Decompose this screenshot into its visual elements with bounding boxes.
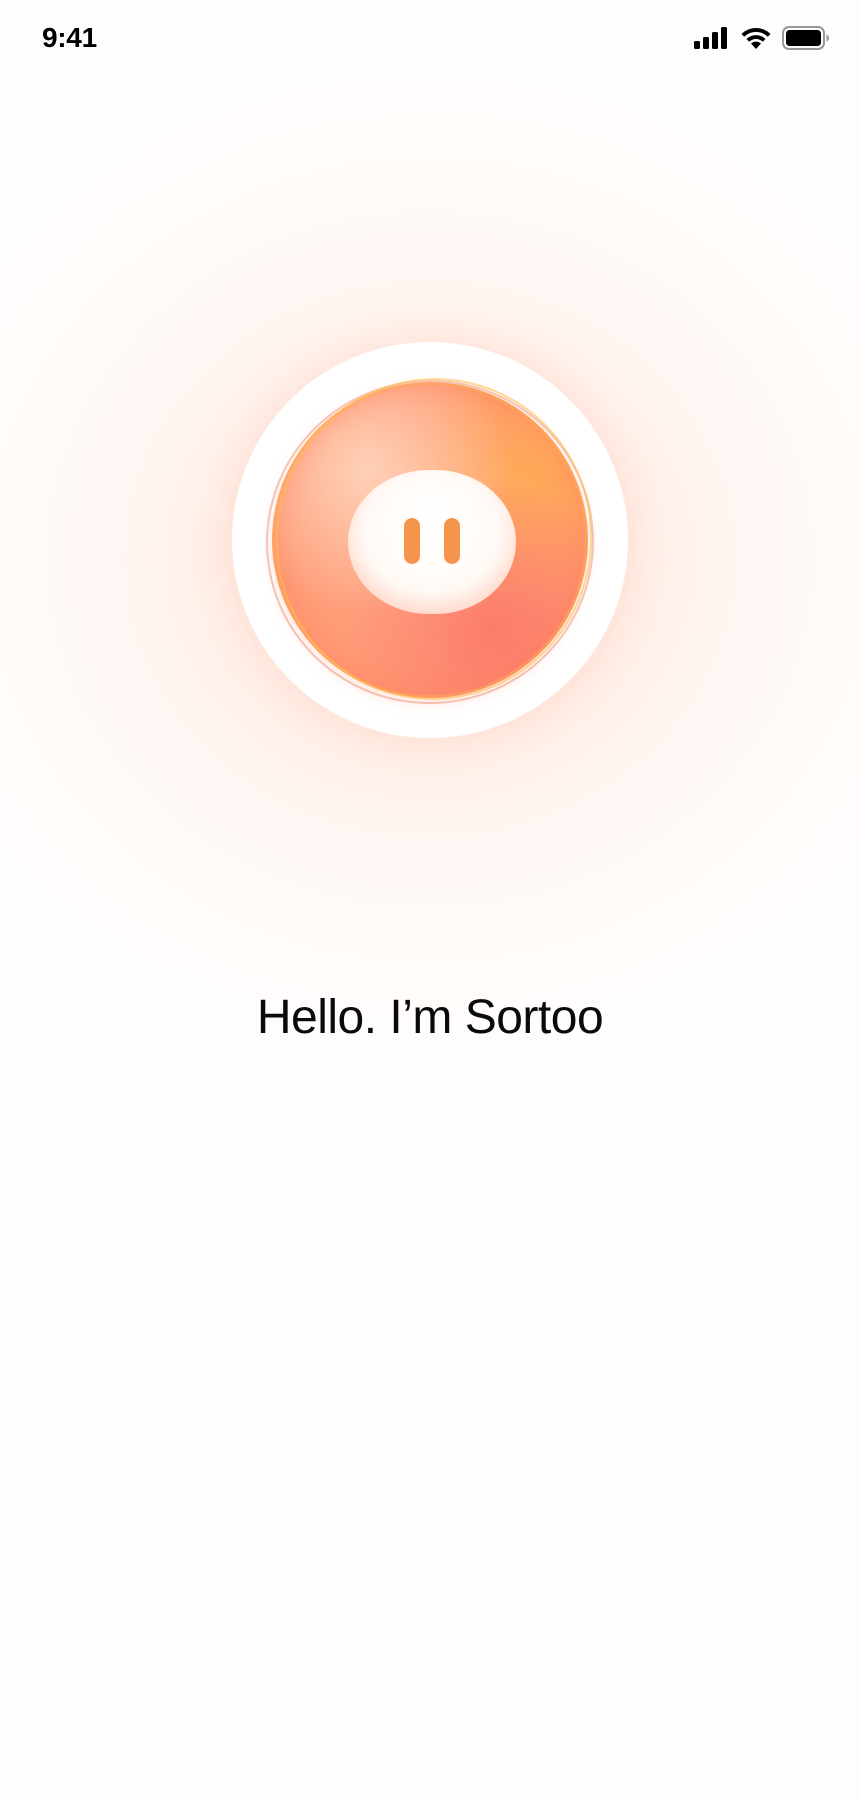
greeting-title: Hello. I’m Sortoo [256, 991, 604, 1044]
status-time: 9:41 [42, 22, 97, 53]
sortoo-mascot[interactable] [232, 342, 628, 738]
welcome-screen: 9:41 Hello. I’m Sortoo [0, 0, 860, 1800]
cellular-signal-icon [694, 27, 730, 49]
battery-icon [782, 26, 830, 50]
mascot-face [348, 470, 516, 614]
wifi-icon [740, 26, 772, 50]
status-icons [694, 26, 830, 50]
mascot-right-eye [444, 518, 460, 564]
status-bar: 9:41 [0, 0, 860, 80]
mascot-left-eye [404, 518, 420, 564]
